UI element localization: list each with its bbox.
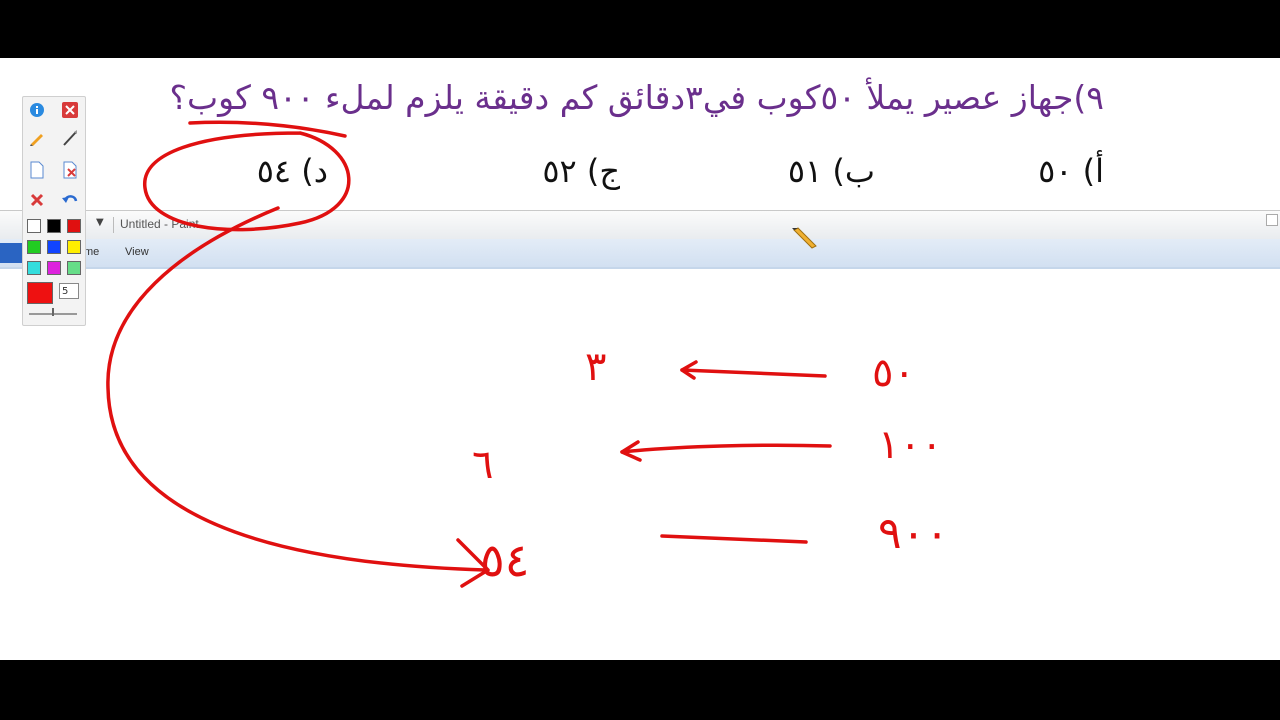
handwriting-layer: ٥٠ ٣ ١٠٠ ٦ ٩٠٠ ٥٤ (106, 120, 949, 588)
arrow-row-3 (660, 534, 808, 544)
delete-page-icon[interactable] (59, 159, 81, 181)
arrowhead-row-2 (620, 440, 642, 462)
color-swatch[interactable] (67, 219, 81, 233)
new-page-icon[interactable] (26, 159, 48, 181)
choice-d: د) ٥٤ (256, 152, 328, 190)
color-swatch[interactable] (67, 240, 81, 254)
paint-window-title: Untitled - Paint (120, 217, 199, 231)
color-swatch[interactable] (27, 261, 41, 275)
quick-access-dropdown-icon[interactable]: ▼ (96, 217, 104, 228)
pencil-icon[interactable] (26, 127, 48, 149)
color-swatch[interactable] (67, 261, 81, 275)
titlebar-separator (113, 217, 114, 233)
paint-ribbon: me View (0, 239, 1280, 269)
clear-icon[interactable] (26, 189, 48, 211)
choice-b: ب) ٥١ (787, 152, 875, 190)
arrow-row-2 (620, 443, 832, 454)
handwritten-6: ٦ (472, 442, 493, 488)
handwritten-54: ٥٤ (480, 533, 529, 587)
current-color-swatch[interactable] (27, 282, 53, 304)
pen-icon[interactable] (59, 127, 81, 149)
handwritten-100: ١٠٠ (878, 422, 942, 468)
paint-titlebar: ▼ Untitled - Paint (0, 210, 1280, 239)
pen-size-slider-handle[interactable] (52, 308, 54, 316)
pencil-cursor-icon (792, 227, 817, 249)
question-text: ٩)جهاز عصير يملأ ٥٠كوب في٣دقائق كم دقيقة… (169, 78, 1105, 117)
arrow-row-1 (680, 368, 827, 378)
handwritten-3: ٣ (585, 344, 606, 390)
pen-toolbar: 5 (22, 96, 86, 326)
handwritten-900: ٩٠٠ (878, 508, 949, 559)
choice-a: أ) ٥٠ (1038, 152, 1104, 190)
connector-arrowhead (456, 538, 490, 588)
video-frame: ٩)جهاز عصير يملأ ٥٠كوب في٣دقائق كم دقيقة… (0, 58, 1280, 660)
file-menu-button[interactable] (0, 243, 24, 263)
window-button[interactable] (1266, 214, 1278, 226)
pen-size-field[interactable]: 5 (59, 283, 79, 299)
color-swatch[interactable] (27, 240, 41, 254)
tab-home[interactable]: me (84, 246, 99, 258)
close-icon[interactable] (59, 99, 81, 121)
tab-view[interactable]: View (125, 246, 149, 258)
handwritten-50: ٥٠ (872, 350, 915, 396)
info-icon[interactable] (26, 99, 48, 121)
color-swatch[interactable] (47, 240, 61, 254)
choice-c: ج) ٥٢ (542, 152, 620, 190)
arrowhead-row-1 (680, 360, 698, 380)
color-swatch[interactable] (47, 261, 61, 275)
undo-icon[interactable] (59, 189, 81, 211)
color-swatch[interactable] (27, 219, 41, 233)
color-swatch[interactable] (47, 219, 61, 233)
